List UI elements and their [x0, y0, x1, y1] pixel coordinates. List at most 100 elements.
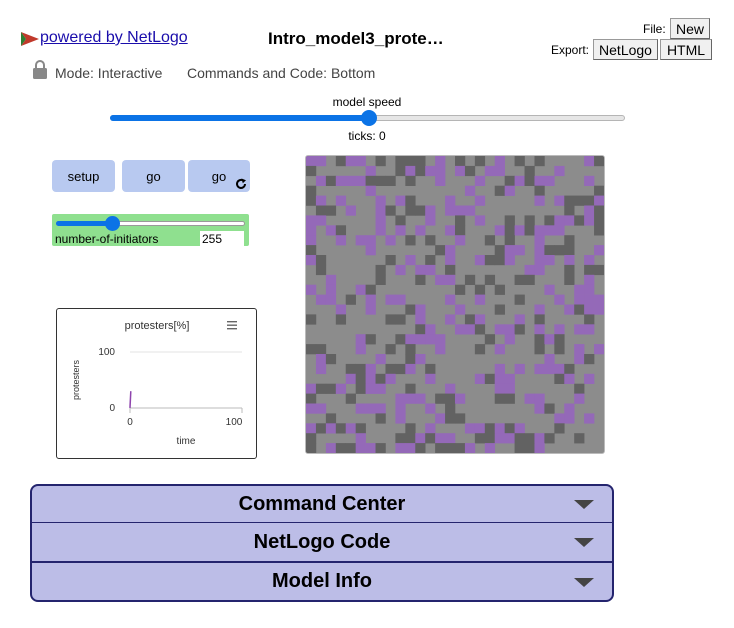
patch [375, 443, 386, 453]
patch [335, 235, 347, 246]
patch [365, 383, 376, 394]
patch [355, 363, 366, 375]
patch [504, 423, 515, 434]
model-speed-fill [110, 115, 369, 121]
patch [365, 175, 376, 186]
patch [484, 443, 496, 453]
export-label: Export: [551, 43, 590, 57]
patch [415, 264, 426, 276]
patch [584, 324, 595, 335]
patch [534, 433, 545, 444]
patch [455, 284, 466, 295]
patch [564, 304, 575, 315]
command-center-accordion[interactable]: Command Center [30, 484, 614, 524]
go-button[interactable]: go [122, 160, 185, 192]
patch [584, 304, 595, 315]
export-html-button[interactable]: HTML [660, 39, 712, 60]
patch [504, 334, 515, 345]
patch [554, 225, 565, 236]
patch [494, 225, 505, 236]
model-title: Intro_model3_prote… [268, 29, 444, 48]
patch [564, 373, 575, 384]
patch [544, 284, 555, 295]
patch [524, 433, 535, 444]
export-netlogo-button[interactable]: NetLogo [593, 39, 658, 60]
patch [405, 334, 416, 345]
patch [365, 245, 376, 256]
patch [345, 294, 356, 305]
patch [425, 363, 436, 375]
patch [514, 324, 525, 335]
patch [325, 175, 337, 186]
patch [405, 195, 416, 206]
patch [365, 363, 376, 375]
patch [445, 245, 456, 256]
patch [415, 354, 426, 365]
patch [524, 264, 535, 276]
go-forever-button[interactable]: go [188, 160, 250, 192]
patch [455, 324, 466, 335]
patch [395, 403, 406, 414]
chevron-down-icon [574, 500, 594, 509]
patch [455, 205, 466, 216]
netlogo-code-accordion[interactable]: NetLogo Code [30, 522, 614, 563]
patch [574, 304, 585, 315]
patch [395, 225, 406, 236]
patch [405, 344, 416, 355]
patch [524, 274, 535, 285]
patch [425, 433, 436, 444]
protesters-plot-svg: protesters[%] 100 0 0 100 time protester… [71, 320, 243, 447]
patch [325, 383, 337, 394]
patch [584, 274, 595, 285]
patch [365, 304, 376, 315]
initiators-slider-value: 255 [202, 232, 223, 246]
model-info-accordion[interactable]: Model Info [30, 562, 614, 602]
patch [425, 334, 436, 345]
initiators-slider-thumb[interactable] [105, 216, 120, 231]
patch [395, 413, 406, 424]
lock-icon[interactable] [32, 60, 48, 80]
patch [325, 354, 337, 365]
setup-button[interactable]: setup [52, 160, 115, 192]
new-file-button[interactable]: New [670, 18, 710, 39]
patch [494, 363, 505, 375]
chevron-down-icon [574, 538, 594, 547]
patch [594, 215, 604, 226]
patch [494, 304, 505, 315]
go-forever-button-label: go [211, 169, 227, 184]
world-view[interactable] [305, 155, 605, 454]
hamburger-menu-icon[interactable] [227, 321, 237, 330]
powered-by-netlogo-link[interactable]: powered by NetLogo [40, 29, 188, 47]
patch [554, 363, 565, 375]
patch [395, 294, 406, 305]
patch [504, 175, 515, 186]
patch [484, 423, 496, 434]
patch [514, 433, 525, 444]
patch [435, 245, 446, 256]
patch [306, 284, 317, 295]
patch [335, 304, 347, 315]
patch [464, 205, 476, 216]
patch [584, 205, 595, 216]
model-speed-thumb[interactable] [361, 110, 377, 126]
patch [435, 334, 446, 345]
patch [365, 294, 376, 305]
patch [564, 255, 575, 266]
patch [494, 373, 505, 384]
patch [375, 195, 386, 206]
patch [445, 264, 456, 276]
netlogo-code-label: NetLogo Code [253, 530, 391, 553]
patch [554, 165, 565, 177]
patch [524, 175, 535, 186]
mode-label: Mode: Interactive [55, 65, 163, 81]
patch [345, 393, 356, 404]
patch [494, 156, 505, 167]
patch [415, 156, 426, 167]
patch [474, 255, 486, 266]
patch [365, 373, 376, 384]
patch [425, 423, 436, 434]
patch [375, 403, 386, 414]
patch [445, 314, 456, 325]
patch [554, 324, 565, 335]
patch [306, 185, 317, 196]
